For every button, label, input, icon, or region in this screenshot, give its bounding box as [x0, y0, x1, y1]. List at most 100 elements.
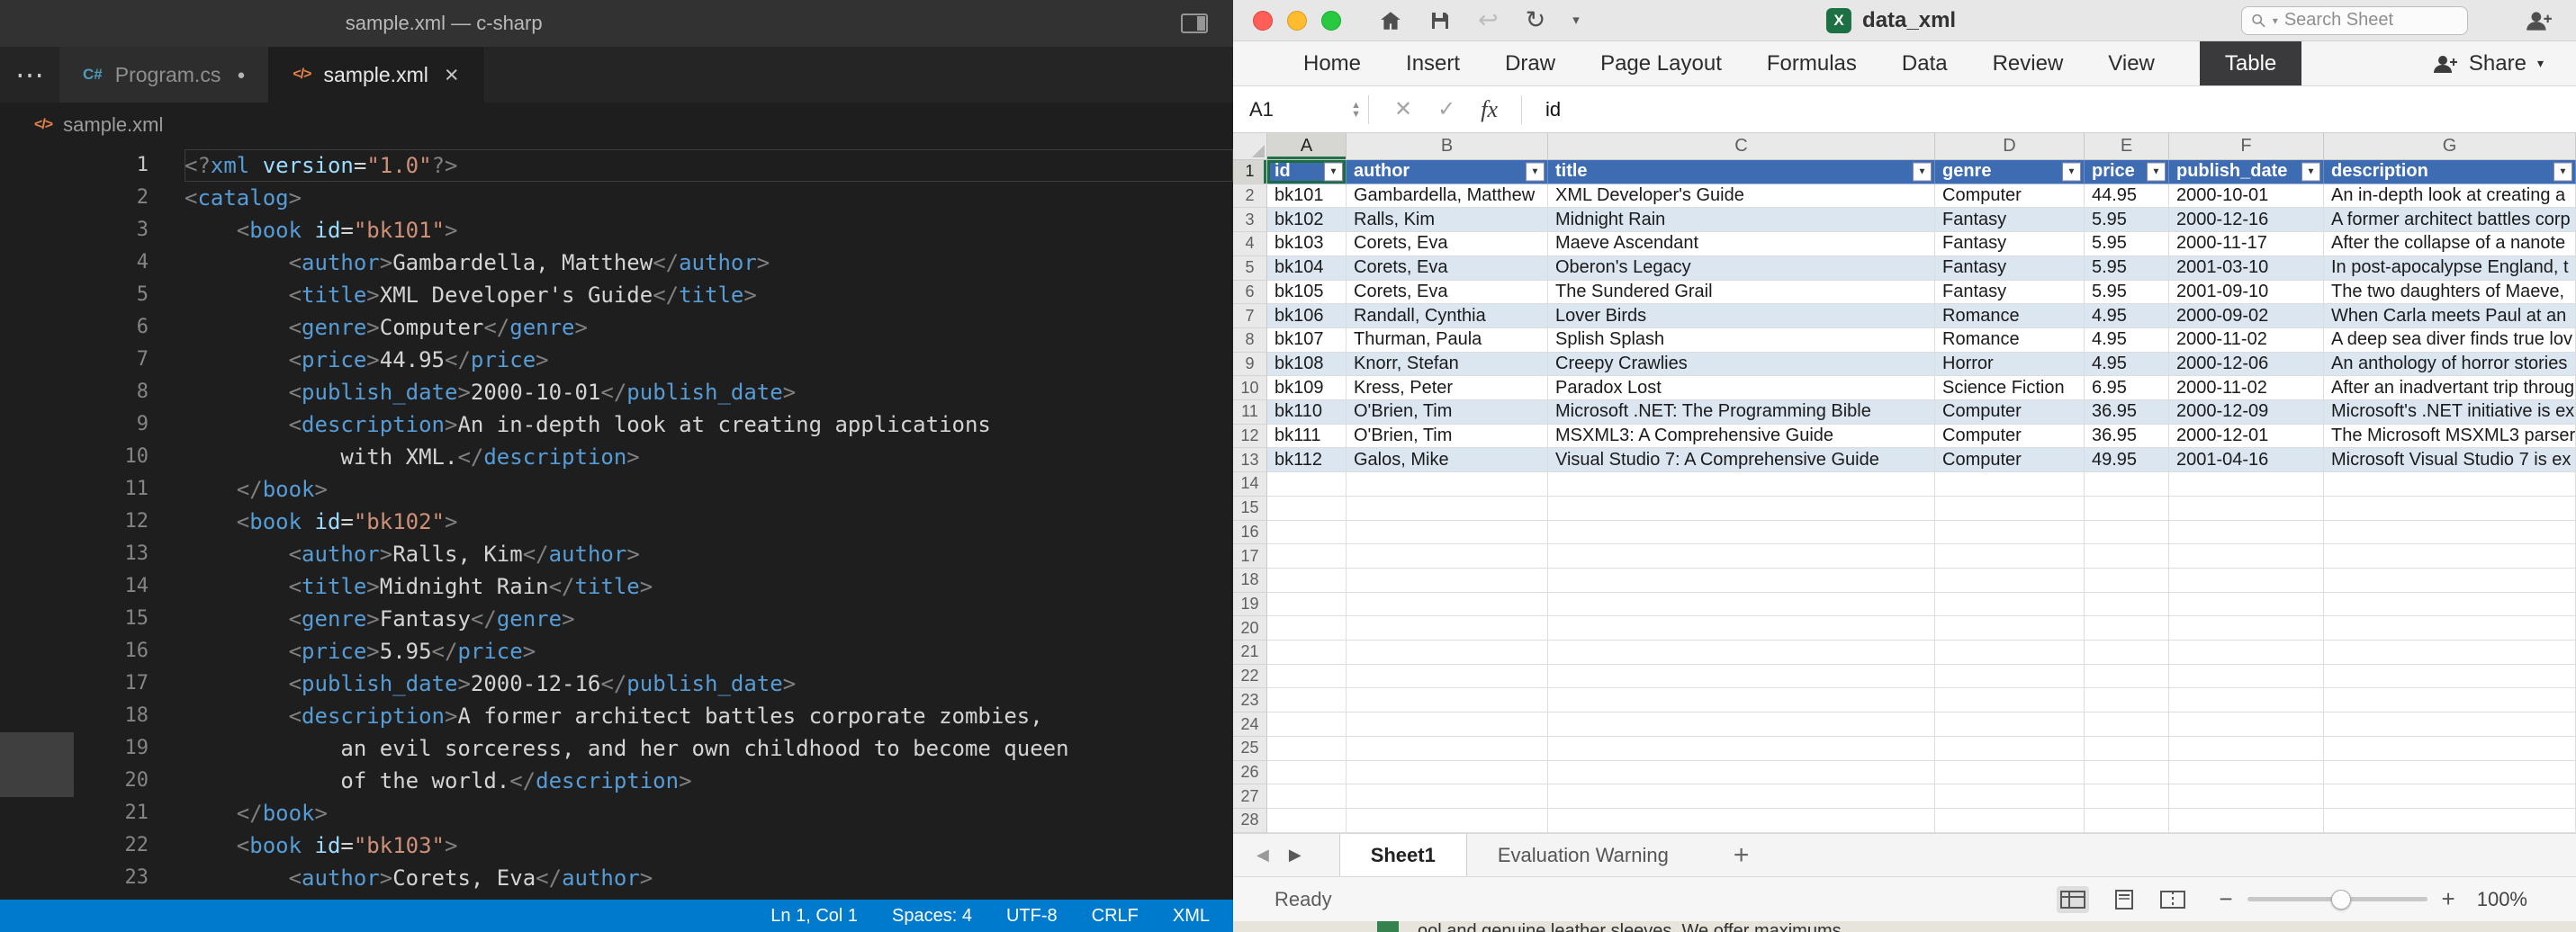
code-line[interactable]: <price>5.95</price> — [185, 635, 1233, 668]
cell[interactable]: O'Brien, Tim — [1347, 425, 1548, 449]
cell[interactable] — [2169, 809, 2324, 833]
cell[interactable] — [1267, 761, 1347, 785]
status-item-utf-8[interactable]: UTF-8 — [1006, 906, 1058, 927]
cell[interactable] — [2085, 688, 2169, 712]
row-header-26[interactable]: 26 — [1233, 761, 1267, 785]
cell[interactable] — [2324, 761, 2576, 785]
ribbon-tab-data[interactable]: Data — [1902, 41, 1948, 85]
name-box[interactable]: A1 ▲ ▼ — [1233, 86, 1368, 132]
cell[interactable] — [2085, 712, 2169, 737]
cell[interactable] — [2085, 521, 2169, 545]
status-item-ln-1-col-1[interactable]: Ln 1, Col 1 — [770, 906, 858, 927]
cell[interactable]: In post-apocalypse England, t — [2324, 256, 2576, 281]
redo-icon[interactable]: ↻ — [1526, 8, 1546, 32]
cell[interactable] — [2085, 472, 2169, 497]
cell[interactable] — [2324, 521, 2576, 545]
cell[interactable] — [2324, 593, 2576, 617]
cell[interactable] — [1548, 784, 1935, 809]
cell[interactable]: The two daughters of Maeve, — [2324, 281, 2576, 305]
cell[interactable]: Midnight Rain — [1548, 208, 1935, 232]
code-line[interactable]: <genre>Fantasy</genre> — [185, 603, 1233, 635]
cell[interactable]: 2000-12-01 — [2169, 425, 2324, 449]
column-header-F[interactable]: F — [2169, 133, 2324, 160]
cell[interactable]: bk109 — [1267, 376, 1347, 400]
cell[interactable] — [2169, 521, 2324, 545]
cell[interactable] — [1267, 665, 1347, 689]
row-header-27[interactable]: 27 — [1233, 784, 1267, 809]
column-header-C[interactable]: C — [1548, 133, 1935, 160]
column-header-B[interactable]: B — [1347, 133, 1548, 160]
cell[interactable]: Corets, Eva — [1347, 232, 1548, 256]
cell[interactable]: Maeve Ascendant — [1548, 232, 1935, 256]
cell[interactable] — [1267, 616, 1347, 641]
code-line[interactable]: </book> — [185, 473, 1233, 506]
ribbon-tab-page-layout[interactable]: Page Layout — [1600, 41, 1722, 85]
cell[interactable]: A former architect battles corp — [2324, 208, 2576, 232]
status-item-xml[interactable]: XML — [1173, 906, 1210, 927]
cell[interactable] — [1935, 665, 2085, 689]
row-header-9[interactable]: 9 — [1233, 353, 1267, 377]
prev-sheet-icon[interactable]: ◀ — [1256, 846, 1269, 865]
row-header-4[interactable]: 4 — [1233, 232, 1267, 256]
name-box-stepper[interactable]: ▲ ▼ — [1351, 101, 1361, 119]
cell[interactable]: Computer — [1935, 448, 2085, 472]
cell[interactable]: bk107 — [1267, 328, 1347, 353]
cell[interactable] — [1267, 784, 1347, 809]
search-input[interactable] — [2284, 10, 2458, 31]
row-header-12[interactable]: 12 — [1233, 425, 1267, 449]
cell[interactable]: Fantasy — [1935, 281, 2085, 305]
cell[interactable]: An in-depth look at creating a — [2324, 184, 2576, 209]
row-header-2[interactable]: 2 — [1233, 184, 1267, 209]
cell[interactable] — [1935, 761, 2085, 785]
row-header-6[interactable]: 6 — [1233, 281, 1267, 305]
undo-icon[interactable]: ↩ — [1478, 8, 1499, 32]
cell[interactable]: Romance — [1935, 328, 2085, 353]
cell[interactable] — [2085, 593, 2169, 617]
code-line[interactable]: <description>A former architect battles … — [185, 700, 1233, 732]
code-line[interactable]: <publish_date>2000-10-01</publish_date> — [185, 376, 1233, 408]
cell[interactable] — [1935, 737, 2085, 761]
tab-program-cs[interactable]: C#Program.cs● — [59, 47, 269, 103]
cell[interactable] — [2085, 809, 2169, 833]
cell[interactable] — [2324, 641, 2576, 665]
cell[interactable]: Computer — [1935, 184, 2085, 209]
cell[interactable]: Thurman, Paula — [1347, 328, 1548, 353]
cell[interactable] — [2169, 472, 2324, 497]
cell[interactable] — [1548, 569, 1935, 593]
close-icon[interactable]: × — [445, 61, 459, 89]
cell[interactable]: After the collapse of a nanote — [2324, 232, 2576, 256]
cell[interactable]: 5.95 — [2085, 281, 2169, 305]
cell[interactable] — [1935, 593, 2085, 617]
cell[interactable]: 2001-03-10 — [2169, 256, 2324, 281]
header-cell-price[interactable]: price▼ — [2085, 160, 2169, 184]
code-line[interactable]: <title>Midnight Rain</title> — [185, 570, 1233, 603]
code-line[interactable]: <publish_date>2000-12-16</publish_date> — [185, 668, 1233, 700]
cell[interactable]: bk108 — [1267, 353, 1347, 377]
excel-titlebar[interactable]: ↩ ↻ ▾ X data_xml ▾ — [1233, 0, 2576, 41]
header-cell-genre[interactable]: genre▼ — [1935, 160, 2085, 184]
row-header-23[interactable]: 23 — [1233, 688, 1267, 712]
cancel-icon[interactable]: ✕ — [1394, 96, 1412, 122]
cell[interactable]: 4.95 — [2085, 353, 2169, 377]
code-line[interactable]: <genre>Computer</genre> — [185, 311, 1233, 344]
cell[interactable]: Corets, Eva — [1347, 256, 1548, 281]
cell[interactable] — [1548, 641, 1935, 665]
toolbar-chevron-icon[interactable]: ▾ — [1572, 13, 1580, 27]
filter-dropdown-icon[interactable]: ▼ — [1913, 162, 1932, 181]
cell[interactable]: 2000-11-02 — [2169, 376, 2324, 400]
cell[interactable] — [1267, 809, 1347, 833]
cell[interactable] — [2324, 569, 2576, 593]
cell[interactable] — [2169, 616, 2324, 641]
cell[interactable] — [2169, 737, 2324, 761]
search-scope-chevron-icon[interactable]: ▾ — [2273, 14, 2278, 27]
code-line[interactable]: <catalog> — [185, 182, 1233, 214]
cell[interactable] — [1548, 472, 1935, 497]
cell[interactable]: 36.95 — [2085, 400, 2169, 425]
cell[interactable] — [2085, 569, 2169, 593]
cell[interactable] — [1935, 688, 2085, 712]
cell[interactable]: Lover Birds — [1548, 304, 1935, 328]
cell[interactable]: 6.95 — [2085, 376, 2169, 400]
cell[interactable] — [2085, 497, 2169, 521]
cell[interactable] — [2169, 761, 2324, 785]
layout-toggle-icon[interactable] — [1181, 13, 1208, 33]
